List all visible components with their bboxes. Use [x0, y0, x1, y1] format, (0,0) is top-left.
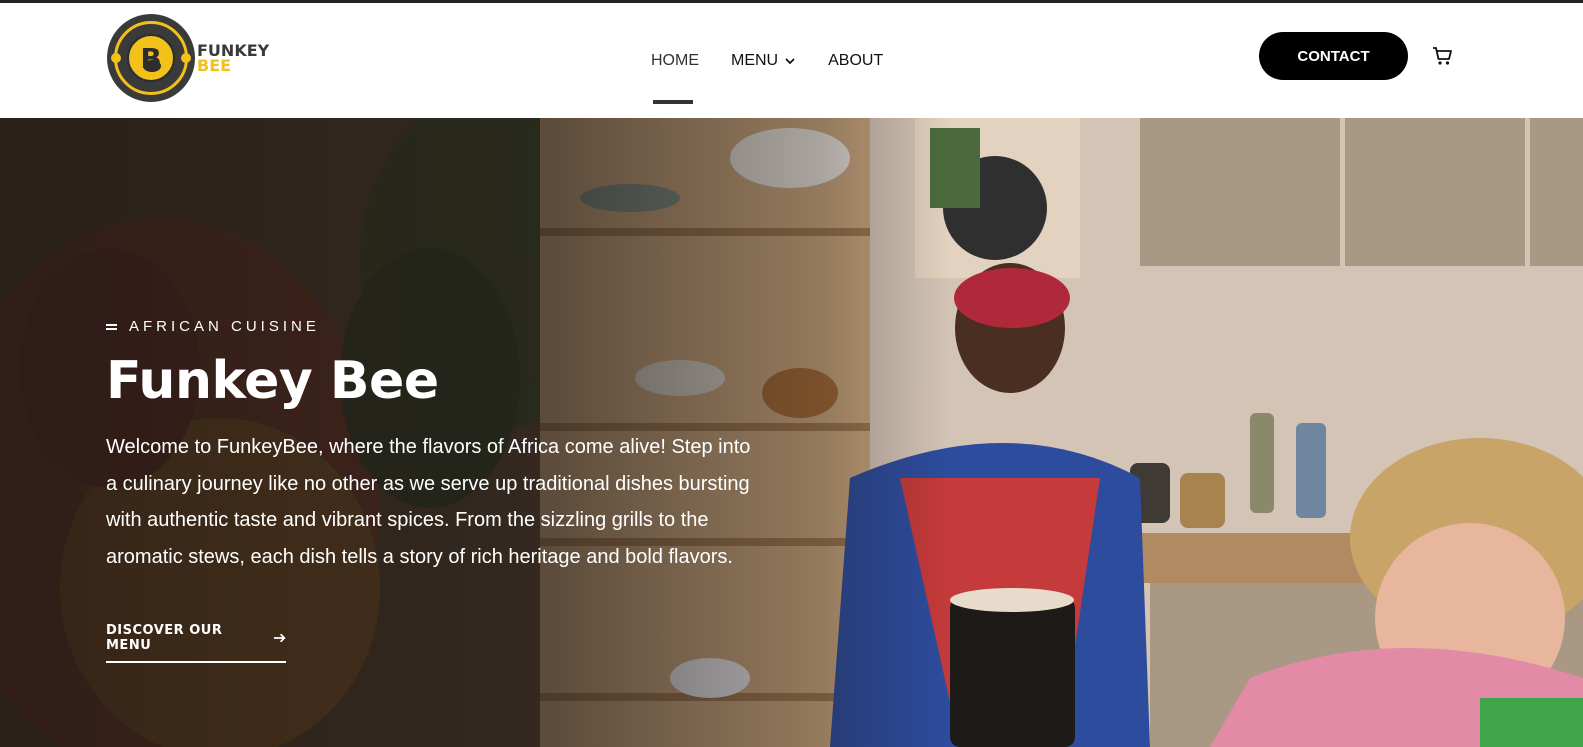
- hero-description: Welcome to FunkeyBee, where the flavors …: [106, 436, 751, 568]
- cart-icon[interactable]: [1432, 46, 1454, 66]
- logo-badge-icon: B: [107, 14, 195, 102]
- hero-section: AFRICAN CUISINE Funkey Bee Welcome to Fu…: [0, 118, 1583, 747]
- nav-item-home[interactable]: HOME: [651, 3, 699, 118]
- nav-item-menu[interactable]: MENU: [731, 3, 796, 118]
- logo-line-2: BEE: [197, 56, 232, 75]
- brand-logo[interactable]: B FUNKEY BEE: [107, 14, 269, 102]
- hero-eyebrow-text: AFRICAN CUISINE: [129, 318, 320, 335]
- nav-item-about[interactable]: ABOUT: [828, 3, 883, 118]
- hero-title: Funkey Bee: [106, 351, 439, 411]
- arrow-right-icon: [273, 633, 286, 643]
- bee-icon: [143, 60, 161, 72]
- nav-item-menu-label: MENU: [731, 51, 779, 69]
- site-header: B FUNKEY BEE HOME MENU ABOUT CONTACT: [0, 3, 1583, 118]
- logo-wordmark: FUNKEY BEE: [197, 43, 269, 75]
- contact-button[interactable]: CONTACT: [1259, 32, 1408, 80]
- hero-content: AFRICAN CUISINE Funkey Bee Welcome to Fu…: [106, 318, 786, 575]
- main-nav: HOME MENU ABOUT: [651, 3, 915, 118]
- hero-eyebrow: AFRICAN CUISINE: [106, 318, 786, 335]
- chevron-down-icon: [785, 57, 795, 64]
- discover-menu-link[interactable]: DISCOVER OUR MENU: [106, 623, 286, 663]
- discover-menu-label: DISCOVER OUR MENU: [106, 623, 223, 653]
- double-line-icon: [106, 323, 117, 330]
